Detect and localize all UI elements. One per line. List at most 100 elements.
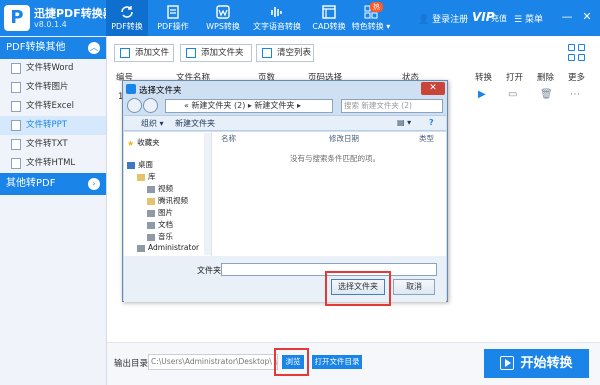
sidebar-item-html[interactable]: 文件转HTML: [0, 154, 106, 173]
cad-icon: [322, 5, 336, 19]
search-input[interactable]: 搜索 新建文件夹 (2): [341, 99, 443, 113]
login-button[interactable]: 👤 登录注册: [418, 12, 468, 25]
open-dir-button[interactable]: 打开文件目录: [312, 355, 362, 369]
add-folder-icon: [186, 48, 196, 58]
col-header-more: 更多: [568, 73, 586, 83]
music-icon: [147, 233, 155, 241]
sidebar-item-label: 文件转TXT: [26, 139, 68, 149]
user-icon: 👤: [418, 15, 430, 25]
folder-icon: [147, 197, 155, 205]
add-folder-button[interactable]: 添加文件夹: [180, 44, 252, 62]
organize-menu[interactable]: 组织 ▾: [141, 118, 164, 129]
tree-label: 收藏夹: [137, 138, 160, 147]
sidebar-section-label: PDF转换其他: [6, 42, 66, 53]
image-icon: [11, 82, 21, 93]
hot-badge: 热: [370, 2, 383, 12]
tree-scrollbar[interactable]: [204, 133, 211, 255]
login-label: 登录注册: [432, 15, 469, 25]
add-file-button[interactable]: 添加文件: [114, 44, 174, 62]
tree-item-pictures[interactable]: 图片: [147, 207, 173, 218]
tab-label: PDF操作: [157, 22, 189, 31]
tree-label: Administrator: [148, 243, 200, 252]
tab-label: PDF转换: [111, 22, 143, 31]
dialog-title: 选择文件夹: [139, 86, 182, 96]
tree-item-videos[interactable]: 视频: [147, 183, 173, 194]
tree-label: 音乐: [158, 232, 173, 241]
play-icon[interactable]: ▶: [478, 89, 486, 100]
menu-button[interactable]: ☰ 菜单: [514, 12, 543, 25]
tree-item-desktop[interactable]: 桌面: [127, 159, 153, 170]
tab-cad-convert[interactable]: CAD转换: [306, 0, 352, 36]
menu-label: 菜单: [524, 15, 543, 25]
highlight-box: [274, 348, 309, 376]
menu-icon: ☰: [514, 15, 523, 25]
tree-label: 文档: [158, 220, 173, 229]
tree-item-favorites[interactable]: ★ 收藏夹: [127, 137, 160, 148]
cancel-button[interactable]: 取消: [393, 279, 435, 295]
clear-list-button[interactable]: 清空列表: [256, 44, 314, 62]
tree-label: 腾讯视频: [158, 196, 188, 205]
sidebar-section-pdf-to-other[interactable]: PDF转换其他 ︿: [0, 37, 106, 59]
col-header-delete: 删除: [537, 73, 555, 83]
play-icon: [500, 355, 515, 370]
close-button[interactable]: ✕: [580, 10, 594, 23]
sidebar-section-other-to-pdf[interactable]: 其他转PDF ›: [0, 173, 106, 195]
sidebar-item-label: 文件转图片: [26, 82, 69, 92]
app-icon: [126, 84, 136, 94]
file-icon: [11, 63, 21, 74]
help-icon[interactable]: ?: [429, 118, 434, 127]
tree-item-music[interactable]: 音乐: [147, 231, 173, 242]
tree-item-documents[interactable]: 文档: [147, 219, 173, 230]
sidebar-item-word[interactable]: 文件转Word: [0, 59, 106, 78]
new-folder-button[interactable]: 新建文件夹: [175, 118, 215, 129]
col-header-modified[interactable]: 修改日期: [329, 133, 359, 144]
tree-label: 图片: [158, 208, 173, 217]
button-label: 添加文件夹: [201, 48, 244, 58]
sidebar-item-txt[interactable]: 文件转TXT: [0, 135, 106, 154]
folder-field-label: 文件夹:: [197, 266, 224, 275]
tab-pdf-operate[interactable]: PDF操作: [150, 0, 196, 36]
forward-button[interactable]: [143, 98, 158, 113]
start-convert-button[interactable]: 开始转换: [484, 349, 589, 378]
view-grid-icon[interactable]: [568, 44, 586, 62]
more-icon[interactable]: ⋯: [570, 89, 580, 100]
folder-open-icon[interactable]: ▭: [508, 89, 517, 100]
tab-wps-convert[interactable]: WPS转换: [198, 0, 248, 36]
tree-item-administrator[interactable]: Administrator: [137, 243, 199, 252]
back-button[interactable]: [127, 98, 142, 113]
sidebar-item-label: 文件转PPT: [26, 120, 67, 130]
sidebar-item-label: 文件转Excel: [26, 101, 75, 111]
desktop-icon: [127, 161, 135, 169]
button-label: 添加文件: [135, 48, 170, 58]
picture-icon: [147, 209, 155, 217]
close-icon[interactable]: ✕: [421, 82, 445, 95]
ppt-icon: [11, 120, 21, 131]
minimize-button[interactable]: —: [560, 10, 574, 23]
col-header-open: 打开: [506, 73, 524, 83]
col-header-type[interactable]: 类型: [419, 133, 434, 144]
empty-message: 没有与搜索条件匹配的项。: [290, 154, 380, 163]
tab-text-speech[interactable]: 文字语音转换: [250, 0, 304, 36]
trash-icon[interactable]: 🗑: [540, 89, 553, 100]
address-bar[interactable]: « 新建文件夹 (2) ▸ 新建文件夹 ▸: [165, 99, 333, 113]
vip-recharge[interactable]: 充值: [491, 13, 507, 24]
txt-icon: [11, 139, 21, 150]
star-icon: ★: [127, 138, 135, 148]
tab-pdf-convert[interactable]: PDF转换: [106, 0, 148, 36]
tab-label: WPS转换: [206, 22, 240, 31]
sidebar-item-image[interactable]: 文件转图片: [0, 78, 106, 97]
tree-item-libraries[interactable]: 库: [137, 171, 156, 182]
output-dir-field[interactable]: C:\Users\Administrator\Desktop\ 迅捷文件: [148, 354, 278, 370]
tab-label: 特色转换 ▾: [351, 22, 391, 31]
sidebar-item-excel[interactable]: 文件转Excel: [0, 97, 106, 116]
sidebar-item-ppt[interactable]: 文件转PPT: [0, 116, 106, 135]
app-logo: P: [4, 5, 30, 31]
tab-label: CAD转换: [312, 22, 346, 31]
tree-label: 桌面: [138, 160, 153, 169]
view-options-icon[interactable]: ▤ ▾: [397, 118, 411, 127]
sidebar-item-label: 文件转HTML: [26, 158, 76, 168]
col-header-name[interactable]: 名称: [221, 133, 236, 144]
app-title: 迅捷PDF转换器: [34, 7, 114, 20]
tree-item-tencent-video[interactable]: 腾讯视频: [147, 195, 188, 206]
add-file-icon: [120, 48, 130, 58]
